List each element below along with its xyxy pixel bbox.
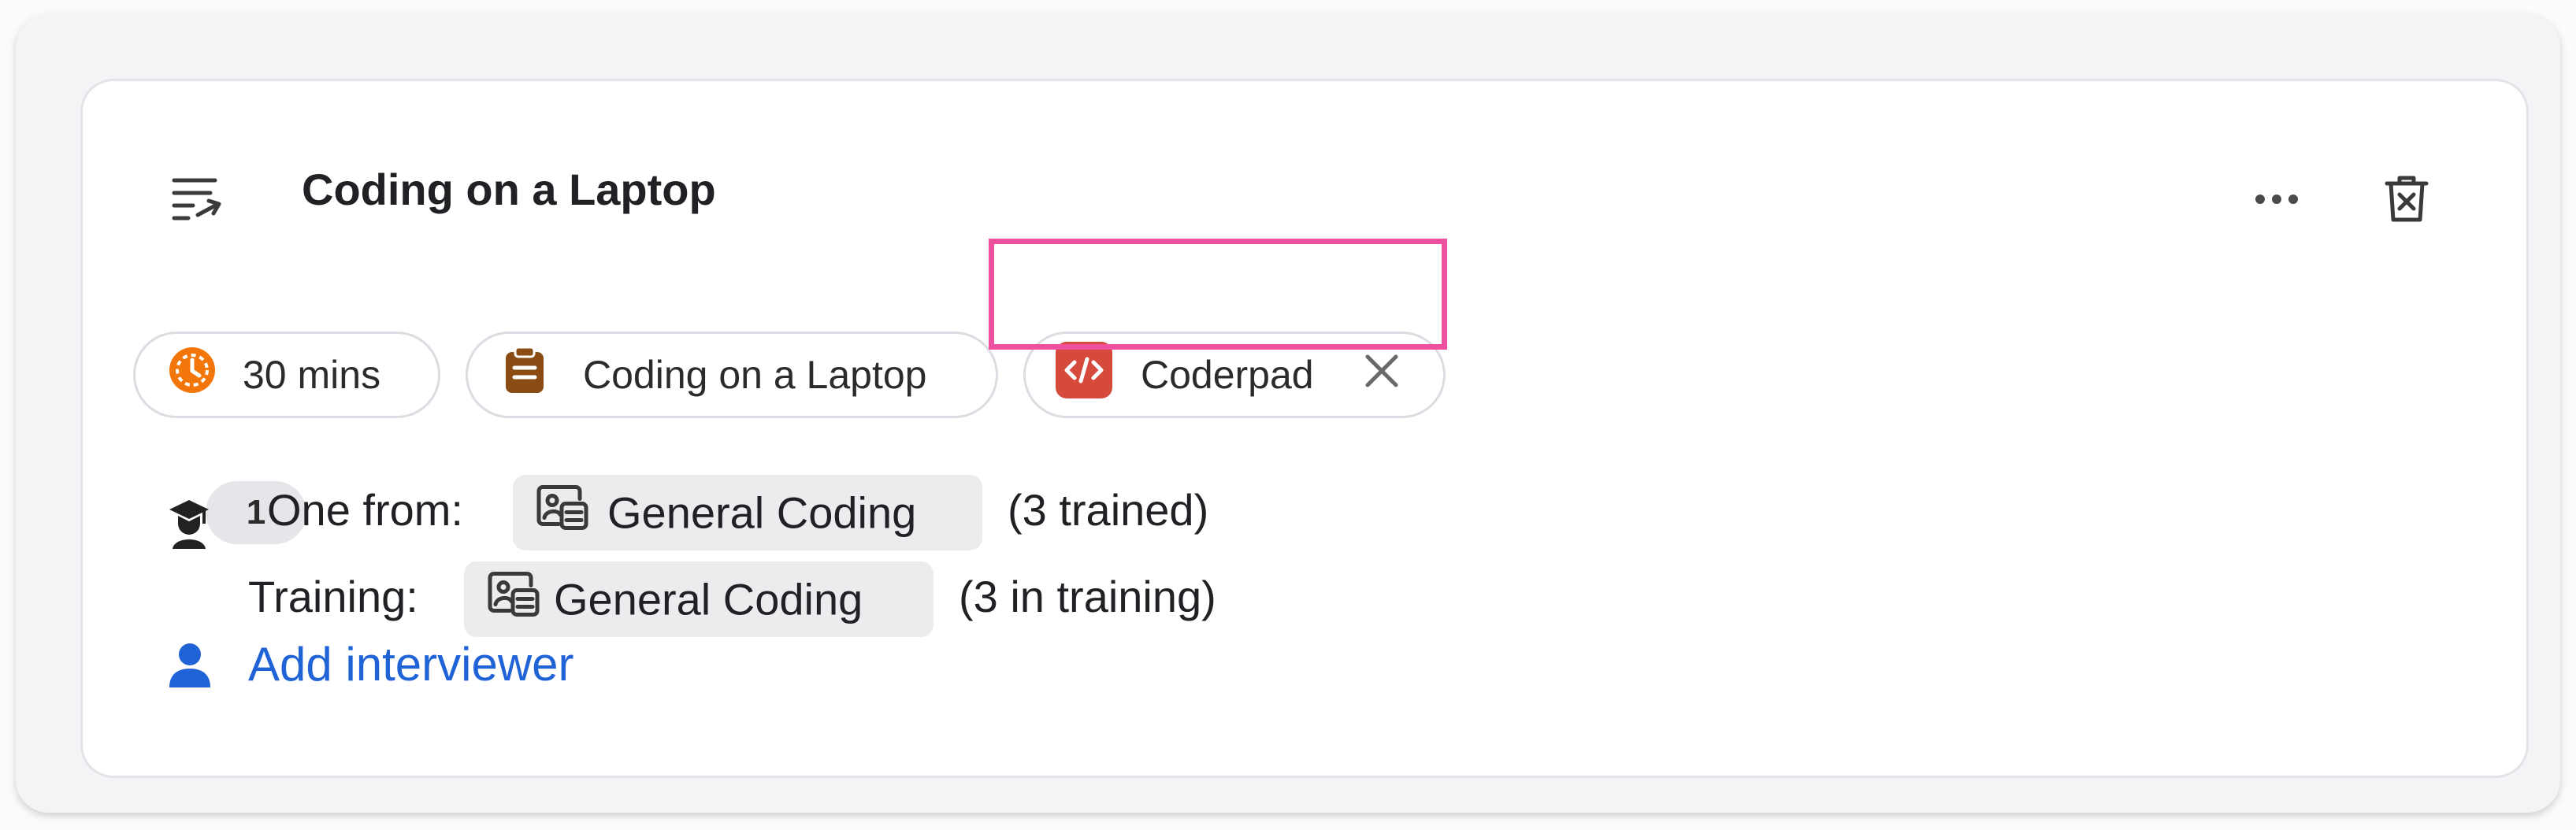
training-pool-chip[interactable]: General Coding [464,561,934,637]
clock-icon [169,346,216,403]
trash-x-icon[interactable] [2367,160,2446,239]
step-type-label: Coding on a Laptop [583,353,927,397]
interviewer-pool-chip[interactable]: General Coding [513,475,982,550]
graduation-cap-icon [168,498,210,554]
panel-frame: Coding on a Laptop 30 mins Coding on a L… [16,14,2560,813]
pool-icon [536,485,588,541]
pool-label: General Coding [554,574,863,624]
more-horizontal-icon[interactable] [2245,168,2308,231]
selection-highlight [989,239,1447,350]
add-interviewer-link[interactable]: Add interviewer [248,637,574,691]
step-type-tag[interactable]: Coding on a Laptop [466,332,998,418]
step-title: Coding on a Laptop [302,165,716,214]
list-arrow-icon[interactable] [157,160,236,239]
training-label: Training: [248,572,418,621]
in-training-count: (3 in training) [959,572,1216,621]
person-icon[interactable] [168,642,212,693]
code-icon [1056,342,1112,408]
interview-step-card: Coding on a Laptop 30 mins Coding on a L… [80,79,2529,778]
duration-label: 30 mins [243,353,381,397]
duration-tag[interactable]: 30 mins [133,332,440,418]
coderpad-label: Coderpad [1141,353,1314,397]
pool-icon [488,572,540,628]
pool-label: General Coding [607,487,917,538]
trained-count: (3 trained) [1008,485,1209,535]
clipboard-icon [504,346,545,404]
one-from-label: One from: [267,485,463,535]
close-icon[interactable] [1364,352,1399,398]
